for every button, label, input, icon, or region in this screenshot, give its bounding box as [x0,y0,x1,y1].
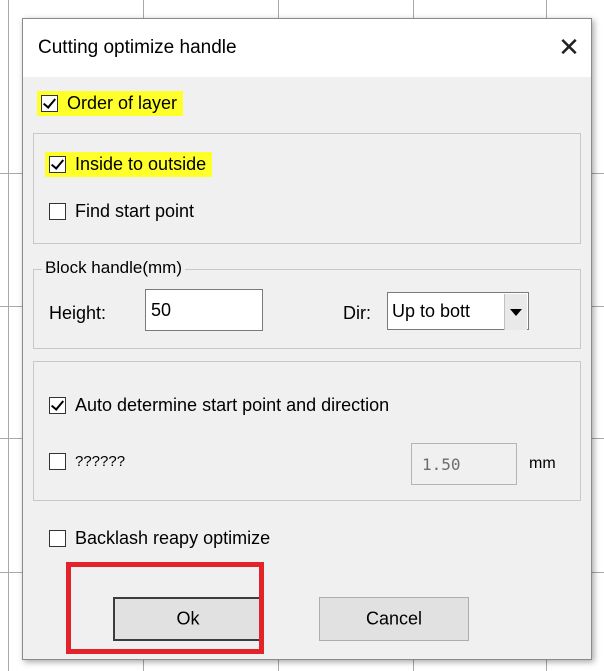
dialog-title: Cutting optimize handle [38,37,237,58]
backlash-label: Backlash reapy optimize [75,528,271,548]
checkbox-unchecked-icon [49,530,66,547]
order-of-layer-label: Order of layer [67,93,178,113]
chevron-down-icon [510,308,522,316]
height-input[interactable] [145,289,263,331]
checkbox-unchecked-icon [49,453,66,470]
checkbox-unchecked-icon [49,203,66,220]
unknown-option-checkbox[interactable]: ?????? [49,453,125,470]
dropdown-button[interactable] [504,294,527,330]
checkbox-checked-icon [49,156,66,173]
cancel-button[interactable]: Cancel [319,597,469,641]
checkbox-checked-icon [49,397,66,414]
find-start-point-label: Find start point [75,201,195,221]
order-of-layer-checkbox[interactable]: Order of layer [37,91,184,116]
dir-label: Dir: [343,303,371,323]
layer-order-group [33,133,581,244]
cancel-label: Cancel [365,608,423,629]
close-button[interactable]: ✕ [547,27,591,67]
backlash-checkbox[interactable]: Backlash reapy optimize [49,528,270,549]
ok-highlight-outline [66,562,264,654]
title-bar[interactable]: Cutting optimize handle ✕ [23,19,591,77]
close-icon: ✕ [558,32,580,62]
auto-determine-checkbox[interactable]: Auto determine start point and direction [49,395,389,416]
auto-determine-label: Auto determine start point and direction [75,395,390,415]
find-start-point-checkbox[interactable]: Find start point [49,201,194,222]
inside-to-outside-label: Inside to outside [75,154,207,174]
direction-value: Up to bott [392,301,471,321]
offset-input[interactable] [411,443,517,485]
mm-unit-label: mm [529,455,556,472]
grid-line [8,0,9,671]
height-label: Height: [49,303,107,323]
direction-select[interactable]: Up to bott [387,292,529,330]
inside-to-outside-checkbox[interactable]: Inside to outside [45,152,213,177]
unknown-option-label: ?????? [75,453,126,470]
checkbox-checked-icon [41,95,58,112]
block-handle-title: Block handle(mm) [42,258,185,278]
